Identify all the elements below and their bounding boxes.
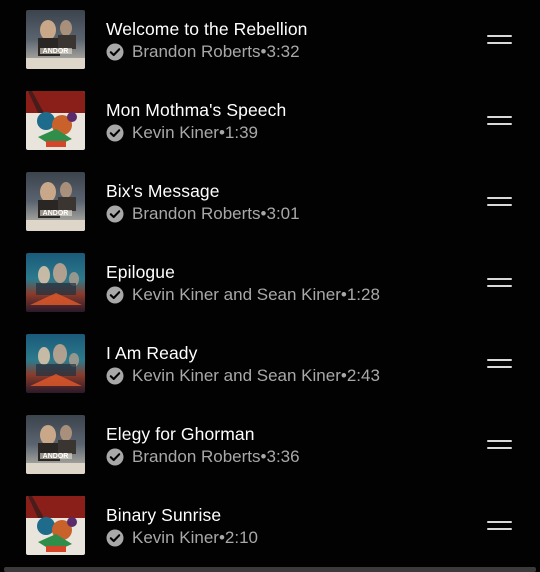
track-row-3[interactable]: ANDOR Bix's Message Brandon Roberts • 3:… [0, 162, 540, 243]
track-duration: 1:28 [346, 285, 380, 304]
track-list: ANDOR Welcome to the Rebellion Brandon R… [0, 0, 540, 567]
track-row-6[interactable]: ANDOR Elegy for Ghorman Brandon Roberts … [0, 405, 540, 486]
track-subtitle: Brandon Roberts • 3:36 [106, 447, 300, 467]
horizontal-scrollbar[interactable] [4, 567, 536, 572]
track-artist: Kevin Kiner [132, 123, 219, 142]
track-title: Mon Mothma's Speech [106, 100, 287, 120]
album-art [26, 253, 85, 312]
track-duration: 3:36 [266, 447, 300, 466]
svg-text:ANDOR: ANDOR [43, 210, 69, 217]
drag-handle-icon[interactable] [487, 35, 512, 45]
check-circle-icon [106, 367, 124, 385]
track-title: I Am Ready [106, 343, 198, 363]
track-subtitle: Kevin Kiner • 2:10 [106, 528, 258, 548]
track-subtitle: Kevin Kiner and Sean Kiner • 1:28 [106, 285, 380, 305]
album-art: ANDOR [26, 10, 85, 69]
check-circle-icon [106, 43, 124, 61]
svg-text:ANDOR: ANDOR [43, 48, 69, 55]
track-title: Epilogue [106, 262, 175, 282]
check-circle-icon [106, 448, 124, 466]
album-art [26, 334, 85, 393]
track-row-2[interactable]: Mon Mothma's Speech Kevin Kiner • 1:39 [0, 81, 540, 162]
track-duration: 1:39 [224, 123, 258, 142]
svg-text:ANDOR: ANDOR [43, 453, 69, 460]
track-subtitle: Brandon Roberts • 3:01 [106, 204, 300, 224]
track-artist: Brandon Roberts [132, 204, 261, 223]
check-circle-icon [106, 286, 124, 304]
track-duration: 3:32 [266, 42, 300, 61]
track-duration: 2:43 [346, 366, 380, 385]
track-artist: Brandon Roberts [132, 42, 261, 61]
album-art: ANDOR [26, 172, 85, 231]
drag-handle-icon[interactable] [487, 440, 512, 450]
track-title: Elegy for Ghorman [106, 424, 255, 444]
track-title: Bix's Message [106, 181, 220, 201]
track-row-4[interactable]: Epilogue Kevin Kiner and Sean Kiner • 1:… [0, 243, 540, 324]
track-duration: 2:10 [224, 528, 258, 547]
album-art [26, 496, 85, 555]
check-circle-icon [106, 124, 124, 142]
track-artist: Brandon Roberts [132, 447, 261, 466]
track-subtitle: Kevin Kiner and Sean Kiner • 2:43 [106, 366, 380, 386]
track-title: Binary Sunrise [106, 505, 222, 525]
album-art: ANDOR [26, 415, 85, 474]
track-artist: Kevin Kiner [132, 528, 219, 547]
track-subtitle: Kevin Kiner • 1:39 [106, 123, 258, 143]
drag-handle-icon[interactable] [487, 116, 512, 126]
track-row-1[interactable]: ANDOR Welcome to the Rebellion Brandon R… [0, 0, 540, 81]
track-subtitle: Brandon Roberts • 3:32 [106, 42, 300, 62]
track-title: Welcome to the Rebellion [106, 19, 308, 39]
drag-handle-icon[interactable] [487, 278, 512, 288]
track-artist: Kevin Kiner and Sean Kiner [132, 366, 341, 385]
check-circle-icon [106, 205, 124, 223]
track-row-7[interactable]: Binary Sunrise Kevin Kiner • 2:10 [0, 486, 540, 567]
track-artist: Kevin Kiner and Sean Kiner [132, 285, 341, 304]
drag-handle-icon[interactable] [487, 359, 512, 369]
track-duration: 3:01 [266, 204, 300, 223]
check-circle-icon [106, 529, 124, 547]
album-art [26, 91, 85, 150]
drag-handle-icon[interactable] [487, 197, 512, 207]
track-row-5[interactable]: I Am Ready Kevin Kiner and Sean Kiner • … [0, 324, 540, 405]
drag-handle-icon[interactable] [487, 521, 512, 531]
